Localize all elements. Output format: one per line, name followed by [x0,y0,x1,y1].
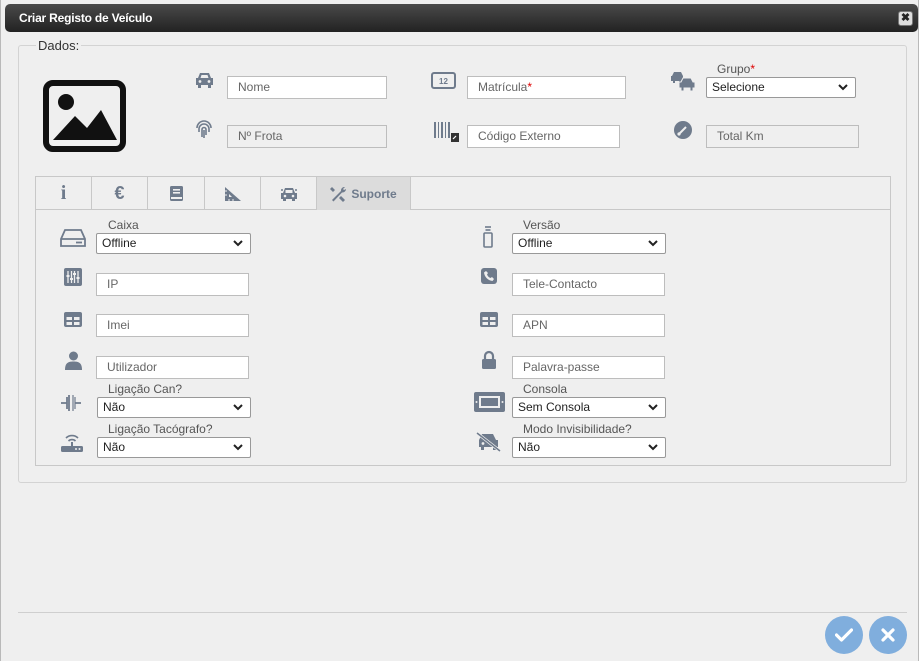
footer-divider [18,612,907,613]
cancel-button[interactable] [869,616,907,654]
fieldset-legend: Dados: [36,38,82,53]
tab-suporte-label: Suporte [351,186,397,201]
create-vehicle-dialog: Criar Registo de Veículo ✖ Dados: Nome 1… [0,0,919,661]
hard-drive-icon [59,228,87,248]
car-invisible-icon [476,432,501,452]
grupo-label: Grupo* [717,62,755,76]
speedometer-icon [673,120,693,140]
modo-invisibilidade-label: Modo Invisibilidade? [523,422,632,436]
matricula-input[interactable]: Matrícula* [467,76,626,99]
tab-info[interactable]: i [36,177,92,210]
dialog-titlebar: Criar Registo de Veículo ✖ [5,4,918,32]
barcode-icon [433,121,460,143]
ligacao-can-label: Ligação Can? [108,382,183,396]
close-icon[interactable]: ✖ [898,11,913,26]
required-mark: * [527,80,533,94]
tab-vehicle[interactable] [261,177,317,210]
chevron-down-icon [648,404,658,411]
ligacao-tacografo-select[interactable]: Não [97,437,251,458]
ligacao-tacografo-label: Ligação Tacógrafo? [108,422,213,436]
grupo-label-text: Grupo [717,62,751,76]
consola-selected: Sem Consola [518,400,591,414]
can-connection-icon [60,393,82,413]
frota-input[interactable]: Nº Frota [227,125,387,148]
dialog-title: Criar Registo de Veículo [19,11,153,25]
car-front-icon [280,187,297,201]
table-icon [63,311,83,328]
book-icon [169,186,183,201]
tab-suporte[interactable]: Suporte [317,177,411,210]
matricula-placeholder: Matrícula [478,80,528,94]
router-icon [60,432,84,453]
fingerprint-icon [194,120,214,140]
nome-input[interactable]: Nome [227,76,387,99]
confirm-button[interactable] [825,616,863,654]
consola-select[interactable]: Sem Consola [512,397,666,418]
license-plate-icon: 12 [431,72,456,89]
tab-pricing[interactable]: € [92,177,148,210]
caixa-select[interactable]: Offline [96,233,251,254]
imei-input[interactable]: Imei [96,314,249,337]
ligacao-can-select[interactable]: Não [97,397,251,418]
modo-invisibilidade-selected: Não [518,440,541,454]
info-icon: i [60,182,67,204]
versao-select[interactable]: Offline [512,233,666,254]
svg-text:12: 12 [439,77,448,86]
console-icon [473,391,506,413]
tabs-bar: i € Suporte [36,177,890,210]
versao-label: Versão [523,218,561,232]
modo-invisibilidade-select[interactable]: Não [512,437,666,458]
cars-group-icon [670,70,696,92]
chevron-down-icon [838,84,848,91]
total-km-input[interactable]: Total Km [706,125,859,148]
check-icon [835,628,853,642]
vehicle-image-icon[interactable] [43,80,126,155]
close-icon [881,628,895,642]
user-icon [65,351,82,370]
ligacao-can-selected: Não [103,400,126,414]
utilizador-input[interactable]: Utilizador [96,356,249,379]
chevron-down-icon [233,404,243,411]
chevron-down-icon [648,444,658,451]
tab-dimensions[interactable] [205,177,261,210]
grupo-select[interactable]: Selecione [706,77,856,98]
grupo-selected: Selecione [712,80,765,94]
required-mark: * [750,62,756,76]
caixa-selected: Offline [102,236,137,250]
network-ports-icon [63,267,83,287]
caixa-label: Caixa [108,218,139,232]
chevron-down-icon [233,240,243,247]
versao-selected: Offline [518,236,553,250]
euro-icon: € [114,183,125,203]
phone-square-icon [480,267,498,285]
chevron-down-icon [233,444,243,451]
usb-drive-icon [482,226,494,248]
car-icon [194,71,215,89]
table-icon [479,311,499,328]
ruler-triangle-icon [224,186,241,201]
chevron-down-icon [648,240,658,247]
tools-icon [330,186,347,202]
codigo-externo-input[interactable]: Código Externo [467,125,620,148]
tab-documents[interactable] [148,177,205,210]
palavra-passe-input[interactable]: Palavra-passe [512,356,665,379]
apn-input[interactable]: APN [512,314,665,337]
ip-input[interactable]: IP [96,273,249,296]
tele-contacto-input[interactable]: Tele-Contacto [512,273,665,296]
consola-label: Consola [523,382,568,396]
ligacao-tacografo-selected: Não [103,440,126,454]
lock-icon [481,350,497,370]
